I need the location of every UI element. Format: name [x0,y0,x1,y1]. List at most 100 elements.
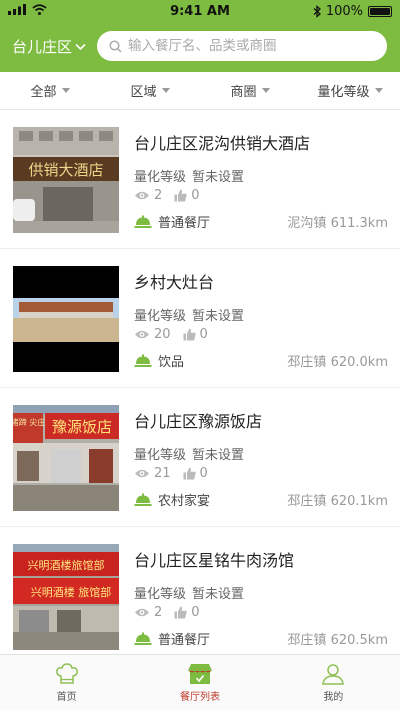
restaurant-item[interactable]: 猪蹄 尖庄 豫源饭店 台儿庄区豫源饭店 量化等级 暂未设置 21 0 农村家宴 … [0,388,400,527]
search-bar[interactable] [97,31,387,61]
cloche-icon [134,215,152,228]
filter-label: 商圈 [230,85,257,100]
restaurant-photo: 猪蹄 尖庄 豫源饭店 [13,405,119,511]
restaurant-name: 台儿庄区泥沟供销大酒店 [134,134,311,153]
battery-icon [368,6,392,17]
restaurant-town: 邳庄镇 [287,494,327,509]
eye-icon [135,191,149,200]
filter-label: 区域 [130,85,157,100]
level-value: 暂未设置 [192,448,245,463]
restaurant-photo: 供销大酒店 [13,127,119,233]
eye-icon [135,469,149,478]
status-bar: 9:41 AM 100% [0,0,400,24]
filter-region[interactable]: 区域 [100,72,200,109]
search-icon [109,39,122,53]
thumbs-up-icon [174,189,187,202]
tab-restaurant-list[interactable]: 餐厅列表 [133,655,266,710]
restaurant-name: 台儿庄区豫源饭店 [134,412,263,431]
tab-label: 首页 [56,691,77,703]
restaurant-photo: 兴明酒楼旅馆部 兴明酒楼 旅馆部 [13,544,119,650]
like-count: 0 [191,605,200,620]
chevron-down-icon [75,43,86,50]
restaurant-list: 供销大酒店 台儿庄区泥沟供销大酒店 量化等级 暂未设置 2 0 普通餐厅 泥沟镇… [0,110,400,654]
restaurant-category: 饮品 [158,355,185,370]
level-label: 量化等级 [134,448,187,463]
level-value: 暂未设置 [192,309,245,324]
restaurant-distance: 620.1km [330,494,388,509]
level-label: 量化等级 [134,587,187,602]
dropdown-arrow-icon [374,88,383,93]
level-label: 量化等级 [134,309,187,324]
restaurant-meta: 饮品 邳庄镇 620.0km [134,351,388,370]
restaurant-item[interactable]: 乡村大灶台 量化等级 暂未设置 20 0 饮品 邳庄镇 620.0km [0,249,400,388]
quantified-level: 量化等级 暂未设置 [134,305,244,324]
restaurant-category: 农村家宴 [158,494,211,509]
restaurant-stats: 20 0 [134,327,216,342]
filter-label: 全部 [30,85,57,100]
svg-text:供销大酒店: 供销大酒店 [28,161,103,179]
svg-text:兴明酒楼旅馆部: 兴明酒楼旅馆部 [28,558,105,572]
like-count: 0 [199,327,208,342]
filter-business-district[interactable]: 商圈 [200,72,300,109]
tab-label: 餐厅列表 [179,691,220,703]
quantified-level: 量化等级 暂未设置 [134,166,244,185]
city-label: 台儿庄区 [12,38,73,56]
filter-label: 量化等级 [317,85,370,100]
restaurant-meta: 普通餐厅 邳庄镇 620.5km [134,629,388,648]
view-count: 21 [154,466,171,481]
restaurant-town: 邳庄镇 [287,633,327,648]
like-count: 0 [199,466,208,481]
restaurant-location: 泥沟镇 611.3km [287,212,388,231]
eye-icon [135,330,149,339]
filter-quantified-level[interactable]: 量化等级 [300,72,400,109]
thumbs-up-icon [183,328,196,341]
quantified-level: 量化等级 暂未设置 [134,583,244,602]
dropdown-arrow-icon [261,88,270,93]
view-count: 20 [154,327,171,342]
restaurant-photo [13,266,119,372]
restaurant-item[interactable]: 供销大酒店 台儿庄区泥沟供销大酒店 量化等级 暂未设置 2 0 普通餐厅 泥沟镇… [0,110,400,249]
restaurant-stats: 2 0 [134,605,208,620]
restaurant-item[interactable]: 兴明酒楼旅馆部 兴明酒楼 旅馆部 台儿庄区星铭牛肉汤馆 量化等级 暂未设置 2 0 [0,527,400,654]
like-count: 0 [191,188,200,203]
battery-percent: 100% [325,4,363,19]
eye-icon [135,608,149,617]
svg-text:猪蹄 尖庄: 猪蹄 尖庄 [13,417,45,427]
restaurant-meta: 普通餐厅 泥沟镇 611.3km [134,212,388,231]
user-icon [322,663,345,685]
view-count: 2 [154,605,163,620]
bottom-tab-bar: 首页 餐厅列表 我的 [0,654,400,710]
restaurant-category: 普通餐厅 [158,633,211,648]
thumbs-up-icon [174,606,187,619]
filter-all[interactable]: 全部 [0,72,100,109]
restaurant-category: 普通餐厅 [158,216,211,231]
restaurant-distance: 611.3km [330,216,388,231]
level-value: 暂未设置 [192,170,245,185]
restaurant-distance: 620.5km [330,633,388,648]
cloche-icon [134,632,152,645]
tab-home[interactable]: 首页 [0,655,133,710]
city-selector[interactable]: 台儿庄区 [12,36,86,57]
cloche-icon [134,493,152,506]
restaurant-meta: 农村家宴 邳庄镇 620.1km [134,490,388,509]
dropdown-arrow-icon [161,88,170,93]
svg-text:豫源饭店: 豫源饭店 [52,418,112,436]
view-count: 2 [154,188,163,203]
tab-mine[interactable]: 我的 [267,655,400,710]
restaurant-location: 邳庄镇 620.5km [287,629,388,648]
restaurant-name: 台儿庄区星铭牛肉汤馆 [134,551,295,570]
app-header: 9:41 AM 100% 台儿庄区 [0,0,400,72]
level-label: 量化等级 [134,170,187,185]
dropdown-arrow-icon [61,88,70,93]
thumbs-up-icon [183,467,196,480]
quantified-level: 量化等级 暂未设置 [134,444,244,463]
restaurant-town: 泥沟镇 [287,216,327,231]
chef-hat-icon [55,662,78,684]
search-input[interactable] [128,38,378,54]
restaurant-location: 邳庄镇 620.1km [287,490,388,509]
filter-bar: 全部 区域 商圈 量化等级 [0,72,400,110]
tab-label: 我的 [323,691,344,703]
restaurant-stats: 2 0 [134,188,208,203]
restaurant-location: 邳庄镇 620.0km [287,351,388,370]
svg-text:兴明酒楼 旅馆部: 兴明酒楼 旅馆部 [31,585,112,599]
